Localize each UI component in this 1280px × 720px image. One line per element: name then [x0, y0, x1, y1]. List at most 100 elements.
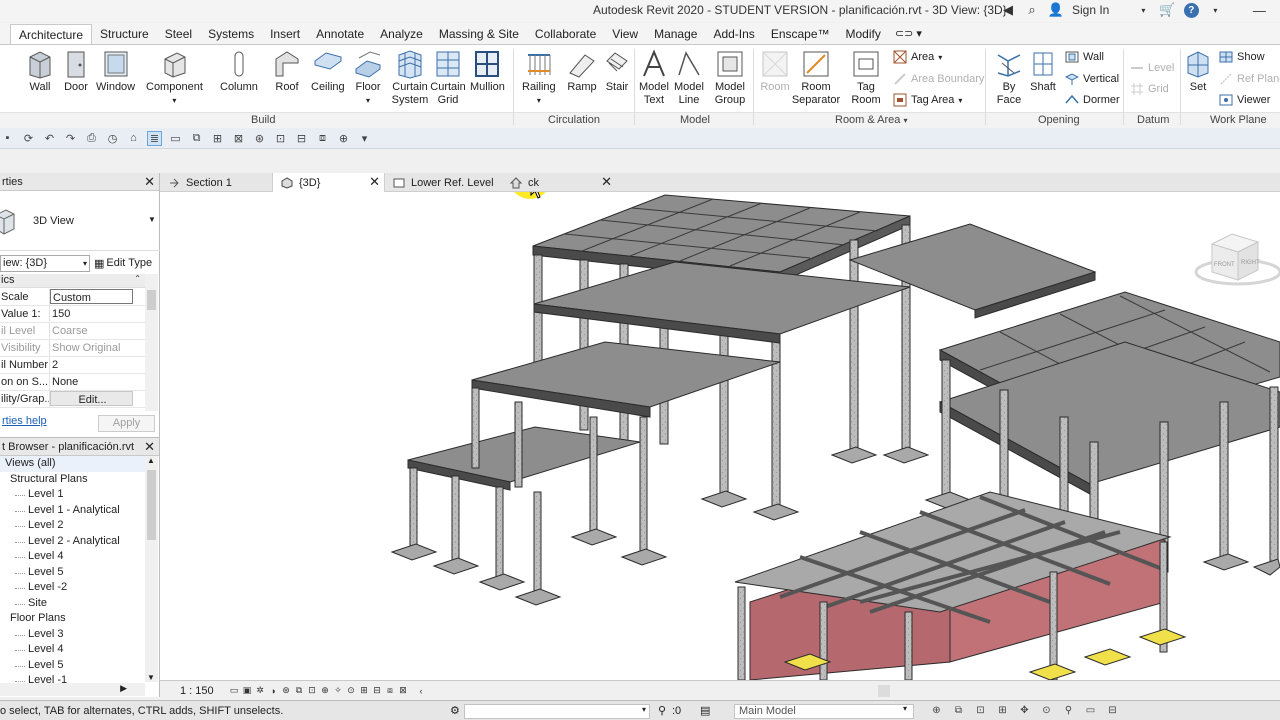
show-crop-icon[interactable]: ⊡	[306, 685, 318, 697]
tab-manage[interactable]: Manage	[646, 24, 705, 44]
area-boundary-button[interactable]: Area Boundary	[893, 72, 984, 86]
dormer-opening-button[interactable]: Dormer	[1065, 93, 1120, 107]
filter-icon[interactable]: ⚲	[658, 704, 666, 717]
tab-annotate[interactable]: Annotate	[308, 24, 372, 44]
highlight-displacement-icon[interactable]: ⊠	[397, 685, 409, 697]
railing-button[interactable]: Railing ▾	[522, 49, 556, 107]
curtain-system-button[interactable]: Curtain System	[391, 49, 429, 107]
save-icon[interactable]: ▪	[0, 131, 15, 146]
viewcube[interactable]: FRONT RIGHT	[1194, 233, 1280, 286]
thin-lines-icon[interactable]: ≣	[147, 130, 162, 146]
3d-view-canvas[interactable]: FRONT RIGHT	[160, 192, 1280, 680]
curtain-grid-button[interactable]: Curtain Grid	[430, 49, 466, 107]
ceiling-button[interactable]: Ceiling	[311, 49, 345, 94]
tab-modify[interactable]: Modify	[838, 24, 889, 44]
select-links-icon[interactable]: ⊕	[930, 704, 943, 717]
tab-architecture[interactable]: Architecture	[10, 24, 93, 44]
properties-scrollbar[interactable]	[145, 274, 158, 411]
apply-button[interactable]: Apply	[98, 415, 155, 432]
wall-opening-button[interactable]: Wall	[1065, 50, 1104, 64]
detail-level-icon[interactable]: ▭	[228, 685, 240, 697]
design-option-selector[interactable]: Main Model	[734, 704, 914, 719]
grid-button[interactable]: Grid	[1130, 82, 1169, 96]
selection-filter-count-icon[interactable]: ▭	[1084, 704, 1097, 717]
ref-plane-button[interactable]: Ref Plane	[1219, 72, 1280, 86]
scrollbar-thumb[interactable]	[147, 470, 156, 540]
minimize-icon[interactable]: —	[1251, 2, 1267, 18]
list-item[interactable]: Level 2 - Analytical	[0, 534, 145, 550]
background-process-icon[interactable]: ⊙	[1040, 704, 1053, 717]
editing-requests-icon[interactable]: ▤	[700, 704, 710, 717]
collapse-arrow-icon[interactable]: ‹	[415, 685, 427, 697]
set-work-plane-button[interactable]: Set	[1185, 49, 1211, 94]
help-icon[interactable]: ?	[1183, 2, 1199, 18]
customize-qat-icon[interactable]: ▾	[357, 131, 372, 146]
rendering-icon[interactable]: ⊛	[280, 685, 292, 697]
worksharing-display-icon[interactable]: ⊟	[371, 685, 383, 697]
rotation-on-sheet-field[interactable]: None	[50, 374, 145, 390]
crop-view-icon[interactable]: ⧉	[293, 685, 305, 697]
scroll-up-icon[interactable]: ▲	[147, 456, 155, 465]
measure-icon[interactable]: ◷	[105, 131, 120, 146]
tab-collaborate[interactable]: Collaborate	[527, 24, 604, 44]
vertical-opening-button[interactable]: Vertical	[1065, 72, 1119, 86]
view-scale-field[interactable]: Custom	[50, 289, 133, 304]
reveal-hidden-icon[interactable]: ⊙	[345, 685, 357, 697]
list-item[interactable]: Level 4	[0, 549, 145, 565]
list-item[interactable]: Level 3	[0, 627, 145, 643]
aligned-dimension-icon[interactable]: ⊡	[273, 131, 288, 146]
print-icon[interactable]: ⎙	[84, 131, 99, 146]
copy-icon[interactable]: ⧈	[315, 131, 330, 146]
model-line-button[interactable]: Model Line	[673, 49, 705, 107]
properties-close-button[interactable]: ✕	[144, 174, 155, 190]
temporary-hide-icon[interactable]: ✧	[332, 685, 344, 697]
worksets-icon[interactable]: ⚙	[450, 704, 460, 717]
wall-button[interactable]: Wall	[26, 49, 54, 94]
component-button[interactable]: Component ▾	[146, 49, 203, 107]
model-text-button[interactable]: Model Text	[638, 49, 670, 107]
dropdown-arrow-icon[interactable]: ▾	[1135, 2, 1151, 18]
window-button[interactable]: Window	[96, 49, 135, 94]
tab-3d-view[interactable]: {3D} ✕	[272, 173, 385, 192]
tree-node-floor-plans[interactable]: Floor Plans	[0, 611, 145, 627]
user-icon[interactable]: 👤	[1048, 2, 1064, 18]
type-selector[interactable]: 3D View ▼	[0, 193, 160, 251]
analytical-model-icon[interactable]: ⧈	[384, 685, 396, 697]
list-item[interactable]: Level 1	[0, 487, 145, 503]
chevron-down-icon[interactable]: ▾	[903, 704, 907, 713]
roof-button[interactable]: Roof	[273, 49, 301, 94]
help-dropdown-icon[interactable]: ▾	[1207, 2, 1223, 18]
level-button[interactable]: Level	[1130, 61, 1174, 75]
properties-help-link[interactable]: rties help	[2, 415, 47, 427]
door-button[interactable]: Door	[64, 49, 88, 94]
redo-icon[interactable]: ↷	[63, 131, 78, 146]
tag-icon[interactable]: ⊞	[210, 131, 225, 146]
scroll-down-icon[interactable]: ▼	[147, 673, 155, 682]
list-item[interactable]: Level 1 - Analytical	[0, 503, 145, 519]
tab-add-ins[interactable]: Add-Ins	[705, 24, 762, 44]
area-button[interactable]: Area ▾	[893, 50, 942, 64]
default-3d-view-icon[interactable]: ⌂	[126, 131, 141, 146]
view-instance-dropdown[interactable]: iew: {3D} ▾	[0, 254, 90, 272]
workset-selector[interactable]: ▾	[464, 704, 650, 719]
by-face-button[interactable]: By Face	[993, 49, 1025, 107]
scrollbar-thumb[interactable]	[147, 290, 156, 310]
tab-enscape[interactable]: Enscape™	[763, 24, 838, 44]
unlock-view-icon[interactable]: ⊕	[319, 685, 331, 697]
floor-button[interactable]: Floor ▾	[353, 49, 383, 107]
visual-style-icon[interactable]: ▣	[241, 685, 253, 697]
sun-path-icon[interactable]: ✲	[254, 685, 266, 697]
sync-icon[interactable]: ⟳	[21, 131, 36, 146]
tab-massing-site[interactable]: Massing & Site	[431, 24, 527, 44]
filter-selection-icon[interactable]: ⚲	[1062, 704, 1075, 717]
tab-view[interactable]: View	[604, 24, 646, 44]
detail-number-field[interactable]: 2	[50, 357, 145, 373]
tab-analyze[interactable]: Analyze	[372, 24, 431, 44]
type-selector-dropdown-icon[interactable]: ▼	[148, 215, 156, 224]
project-browser-close-button[interactable]: ✕	[144, 439, 155, 455]
list-item[interactable]: Site	[0, 596, 145, 612]
column-button[interactable]: Column	[220, 49, 258, 94]
tab-systems[interactable]: Systems	[200, 24, 262, 44]
switch-windows-icon[interactable]: ⧉	[189, 131, 204, 146]
select-pinned-icon[interactable]: ⊡	[974, 704, 987, 717]
